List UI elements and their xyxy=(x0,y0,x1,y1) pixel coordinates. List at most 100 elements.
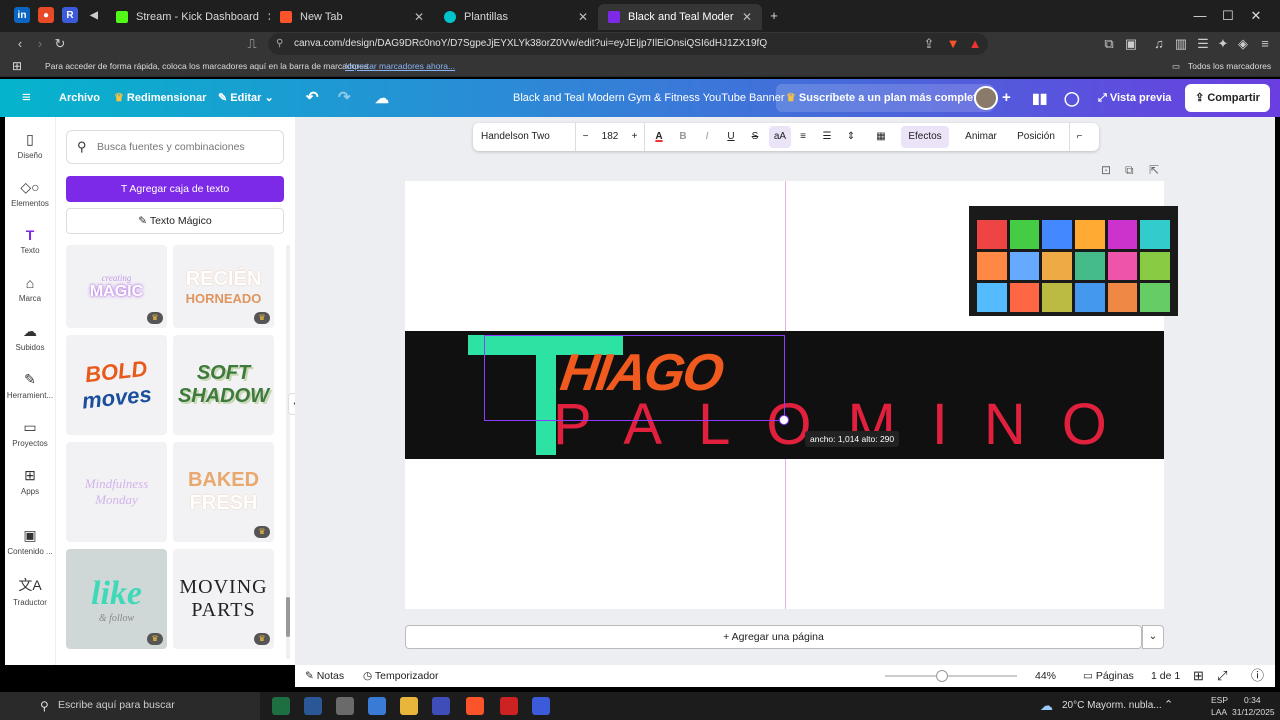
app-icon[interactable] xyxy=(336,697,354,715)
screenshot-image[interactable] xyxy=(969,206,1178,316)
taskbar-search[interactable]: ⚲ Escribe aquí para buscar xyxy=(0,692,260,720)
resize-button[interactable]: ♛ Redimensionar xyxy=(114,79,206,117)
close-icon[interactable]: ✕ xyxy=(570,10,588,24)
redo-icon[interactable]: ↷ xyxy=(338,79,351,117)
font-combo-moving-parts[interactable]: MOVING PARTS ♛ xyxy=(173,549,274,649)
brave-shields-icon[interactable]: ▼ xyxy=(944,35,962,53)
vpn-icon[interactable]: ◈ xyxy=(1234,35,1252,53)
position-button[interactable]: Posición xyxy=(1011,123,1061,151)
add-collaborator-icon[interactable]: + xyxy=(1002,79,1011,117)
cloud-save-icon[interactable]: ☁ xyxy=(375,79,389,117)
strikethrough-icon[interactable]: S xyxy=(745,123,765,151)
zoom-slider[interactable] xyxy=(885,670,1017,682)
obs-icon[interactable] xyxy=(500,697,518,715)
add-text-box-button[interactable]: T Agregar caja de texto xyxy=(66,176,284,202)
network-icon[interactable]: ⌃ xyxy=(1164,698,1173,711)
clock-date[interactable]: 31/12/2025 xyxy=(1232,707,1275,717)
timer-button[interactable]: ◷ Temporizador xyxy=(363,665,439,687)
effects-button[interactable]: Efectos xyxy=(901,126,949,148)
font-combo-like-follow[interactable]: like & follow ♛ xyxy=(66,549,167,649)
pages-button[interactable]: ▭ Páginas xyxy=(1083,665,1134,687)
magic-text-button[interactable]: ✎ Texto Mágico xyxy=(66,208,284,234)
add-page-button[interactable]: + Agregar una página xyxy=(405,625,1142,649)
profile-icon[interactable]: R xyxy=(62,7,78,23)
text-color-icon[interactable]: A xyxy=(649,123,669,151)
language-secondary[interactable]: LAA xyxy=(1211,707,1227,717)
resize-handle[interactable] xyxy=(779,415,789,425)
back-icon[interactable]: ‹ xyxy=(11,35,29,53)
font-combo-soft-shadow[interactable]: SOFT SHADOW xyxy=(173,335,274,435)
zoom-level[interactable]: 44% xyxy=(1035,665,1056,687)
explorer-app-icon[interactable] xyxy=(368,697,386,715)
duplicate-page-icon[interactable]: ⧉ xyxy=(1125,163,1134,178)
add-page-icon[interactable]: ⇱ xyxy=(1149,163,1159,177)
font-size-input[interactable]: 182 xyxy=(595,123,625,151)
forward-icon[interactable]: › xyxy=(31,35,49,53)
share-icon[interactable]: ⇪ xyxy=(920,35,938,53)
font-size-decrease[interactable]: − xyxy=(575,123,595,151)
language-primary[interactable]: ESP xyxy=(1211,695,1228,705)
defender-icon[interactable] xyxy=(304,697,322,715)
close-icon[interactable]: ✕ xyxy=(406,10,424,24)
animate-button[interactable]: Animar xyxy=(957,123,1005,151)
font-combo-mindfulness[interactable]: Mindfulness Monday xyxy=(66,442,167,542)
app-icon[interactable] xyxy=(532,697,550,715)
site-info-icon[interactable]: ⚲ xyxy=(276,33,283,55)
notes-button[interactable]: ✎ Notas xyxy=(305,665,344,687)
close-window-icon[interactable]: ✕ xyxy=(1246,6,1266,26)
all-bookmarks-link[interactable]: Todos los marcadores xyxy=(1188,56,1271,76)
italic-icon[interactable]: I xyxy=(697,123,717,151)
design-title[interactable]: Black and Teal Modern Gym & Fitness YouT… xyxy=(513,79,785,117)
font-combo-recien-horneado[interactable]: RECIÉN HORNEADO ♛ xyxy=(173,245,274,328)
rail-item-elementos[interactable]: ◇○ Elementos xyxy=(5,179,55,208)
close-icon[interactable]: ✕ xyxy=(734,10,752,24)
list-icon[interactable]: ☰ xyxy=(817,123,837,151)
help-icon[interactable]: ⓘ xyxy=(1251,665,1264,687)
brave-rewards-icon[interactable]: ▲ xyxy=(966,35,984,53)
extensions-icon[interactable]: ⧉ xyxy=(1100,35,1118,53)
close-icon[interactable]: ✕ xyxy=(259,10,270,24)
font-search-input[interactable]: ⚲ Busca fuentes y combinaciones xyxy=(66,130,284,164)
rail-item-diseno[interactable]: ▯ Diseño xyxy=(5,131,55,160)
edit-menu[interactable]: ✎ Editar ⌄ xyxy=(218,79,274,117)
align-center-icon[interactable]: ≡ xyxy=(793,123,813,151)
linkedin-icon[interactable]: in xyxy=(14,7,30,23)
undo-icon[interactable]: ↶ xyxy=(306,79,319,117)
extension-icon[interactable]: ● xyxy=(38,7,54,23)
paint-roller-icon[interactable]: ⌐ xyxy=(1069,123,1089,151)
rail-item-proyectos[interactable]: ▭ Proyectos xyxy=(5,419,55,448)
screenshot-icon[interactable]: ▣ xyxy=(1122,35,1140,53)
new-tab-button[interactable]: + xyxy=(764,6,784,26)
tab-plantillas[interactable]: Plantillas ✕ xyxy=(434,4,598,30)
minimize-icon[interactable]: — xyxy=(1190,6,1210,26)
media-icon[interactable]: ♫ xyxy=(1150,35,1168,53)
leo-icon[interactable]: ✦ xyxy=(1214,35,1232,53)
insights-icon[interactable]: ▮▮ xyxy=(1032,79,1047,117)
file-menu[interactable]: Archivo xyxy=(59,79,100,117)
import-bookmarks-link[interactable]: Importar marcadores ahora... xyxy=(345,56,455,76)
url-input[interactable]: ⚲ canva.com/design/DAG9DRc0noY/D7SgpeJjE… xyxy=(268,33,988,55)
bookmark-icon[interactable]: ⎍ xyxy=(243,35,261,53)
bold-icon[interactable]: B xyxy=(673,123,693,151)
tab-kick[interactable]: Stream - Kick Dashboard ✕ xyxy=(106,4,270,30)
rail-item-herramientas[interactable]: ✎ Herramient... xyxy=(5,371,55,400)
font-size-increase[interactable]: + xyxy=(625,123,645,151)
font-combo-bold-moves[interactable]: BOLD moves xyxy=(66,335,167,435)
app-icon[interactable] xyxy=(432,697,450,715)
menu-icon[interactable]: ≡ xyxy=(1256,35,1274,53)
transparency-icon[interactable]: ▦ xyxy=(871,123,891,151)
maximize-icon[interactable]: ☐ xyxy=(1218,6,1238,26)
lock-icon[interactable]: ⊡ xyxy=(1101,163,1111,177)
spacing-icon[interactable]: ⇕ xyxy=(841,123,861,151)
subscribe-button[interactable]: ♛ Suscríbete a un plan más completo xyxy=(776,84,994,112)
preview-button[interactable]: ⤢ Vista previa xyxy=(1098,79,1171,117)
chevron-down-icon[interactable]: ⌄ xyxy=(1142,625,1164,649)
underline-icon[interactable]: U xyxy=(721,123,741,151)
letter-case-icon[interactable]: aA xyxy=(769,126,791,148)
bookmarks-panel-icon[interactable]: ☰ xyxy=(1194,35,1212,53)
audio-icon[interactable]: ◀ xyxy=(86,7,102,23)
font-family-select[interactable]: Handelson Two xyxy=(481,123,569,151)
selection-box[interactable] xyxy=(484,335,785,421)
weather-text[interactable]: 20°C Mayorm. nubla... xyxy=(1062,700,1162,711)
font-combo-baked-fresh[interactable]: BAKED FRESH ♛ xyxy=(173,442,274,542)
